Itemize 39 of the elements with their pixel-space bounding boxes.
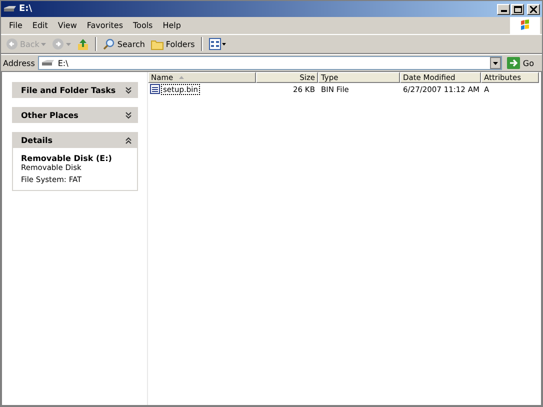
close-icon: [530, 6, 537, 12]
views-icon: [208, 38, 227, 50]
folders-button[interactable]: Folders: [148, 36, 197, 52]
minimize-button[interactable]: [497, 4, 510, 14]
search-icon: [103, 38, 116, 50]
expand-icon[interactable]: [125, 112, 132, 118]
menu-item[interactable]: View: [52, 21, 82, 30]
dropdown-arrow-icon: [66, 42, 72, 46]
views-button[interactable]: [206, 36, 229, 52]
pane-header[interactable]: File and Folder Tasks: [12, 82, 138, 98]
menu-item[interactable]: Help: [158, 21, 186, 30]
dropdown-arrow-icon: [41, 42, 46, 46]
pane-header[interactable]: Other Places: [12, 107, 138, 123]
search-button[interactable]: Search: [101, 36, 147, 52]
drive-name: Removable Disk (E:): [21, 154, 113, 163]
caret-icon: [492, 62, 498, 64]
collapse-icon[interactable]: [125, 136, 132, 144]
dropdown-button[interactable]: [490, 57, 501, 69]
address-field[interactable]: E:\: [38, 56, 502, 70]
folder-up-icon: [77, 38, 90, 50]
go-button[interactable]: Go: [504, 57, 540, 69]
pane-header[interactable]: Details: [12, 132, 138, 148]
menu-item[interactable]: File: [4, 21, 28, 30]
drive-icon: [3, 5, 17, 13]
back-arrow-icon: [6, 38, 18, 50]
file-icon: [150, 84, 160, 94]
menu-item[interactable]: Tools: [128, 21, 158, 30]
address-label: Address: [3, 58, 35, 68]
folder-icon: [150, 38, 164, 50]
maximize-icon: [514, 6, 522, 12]
maximize-button[interactable]: [511, 4, 524, 14]
drive-icon: [40, 59, 55, 67]
menu-item[interactable]: Edit: [27, 21, 53, 30]
close-button[interactable]: [527, 4, 540, 14]
window-title: E:\: [3, 4, 32, 14]
menu-item[interactable]: Favorites: [82, 21, 128, 30]
sort-arrow-icon: [179, 76, 184, 79]
expand-icon[interactable]: [125, 86, 132, 94]
go-arrow-icon: [506, 57, 520, 69]
